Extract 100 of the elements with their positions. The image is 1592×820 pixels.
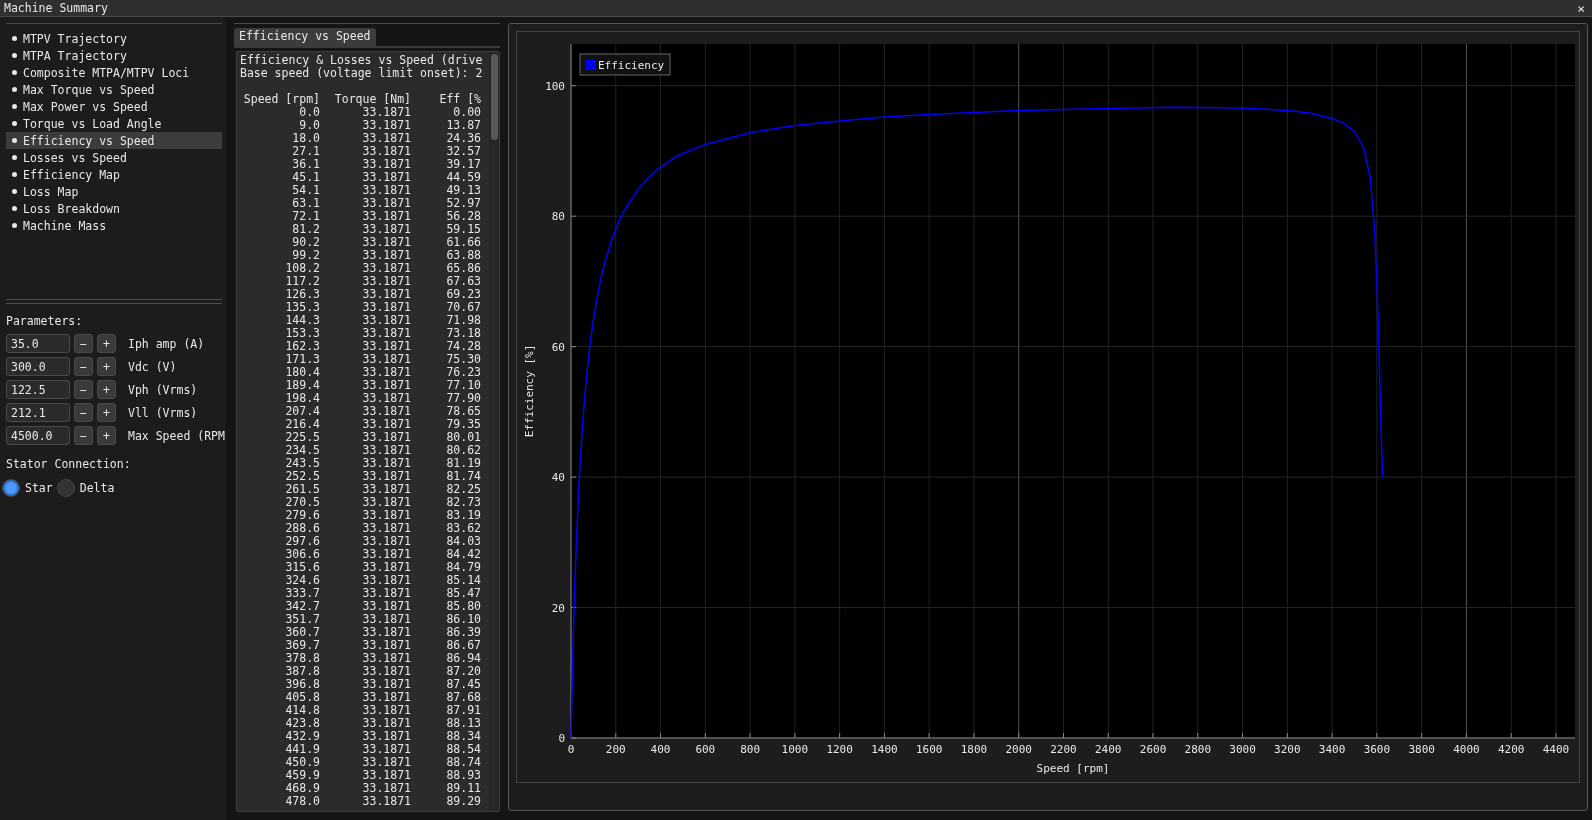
table-cell-text: 171.3 xyxy=(284,353,320,366)
section-label: Stator Connection: xyxy=(6,457,132,473)
close-button[interactable]: × xyxy=(1574,1,1588,15)
table-cell-text: 32.57 xyxy=(445,145,481,158)
table-cell-text: 180.4 xyxy=(284,366,320,379)
y-tick-label: 100 xyxy=(545,79,565,93)
table-cell-text: 90.2 xyxy=(291,236,320,249)
table-cell-text: 378.8 xyxy=(284,652,320,665)
table-cell-text: 67.63 xyxy=(445,275,481,288)
section-label: Parameters: xyxy=(6,314,84,330)
table-cell-text: 153.3 xyxy=(284,327,320,340)
sidebar-item[interactable]: Loss Breakdown xyxy=(6,200,222,217)
radio-button[interactable] xyxy=(2,479,20,497)
table-cell-text: 432.9 xyxy=(284,730,320,743)
x-tick-label: 200 xyxy=(605,743,626,756)
decrement-button[interactable]: − xyxy=(74,426,93,445)
legend-label: Efficiency xyxy=(598,59,665,72)
table-cell-text: 369.7 xyxy=(284,639,320,652)
input-field[interactable]: 300.0 xyxy=(6,357,70,376)
increment-button[interactable]: + xyxy=(97,426,116,445)
table-cell-text: 351.7 xyxy=(284,613,320,626)
table-cell-text: 33.1871 xyxy=(361,483,411,496)
x-tick-label: 600 xyxy=(695,743,716,756)
bullet-icon xyxy=(12,121,17,126)
table-cell-text: 77.90 xyxy=(445,392,481,405)
decrement-button[interactable]: − xyxy=(74,380,93,399)
increment-button[interactable]: + xyxy=(97,334,116,353)
radio-button[interactable] xyxy=(56,479,75,497)
bullet-icon xyxy=(12,206,17,211)
table-cell-text: 33.1871 xyxy=(361,457,411,470)
input-field[interactable]: 122.5 xyxy=(6,380,70,399)
table-cell-text: 33.1871 xyxy=(361,795,411,808)
x-axis-title: Speed [rpm] xyxy=(1036,762,1110,775)
table-cell-text: 288.6 xyxy=(284,522,320,535)
table-cell-text: 33.1871 xyxy=(361,548,411,561)
table-cell-text: 33.1871 xyxy=(361,353,411,366)
decrement-button[interactable]: − xyxy=(74,357,93,376)
sidebar-item[interactable]: MTPA Trajectory xyxy=(6,47,222,64)
table-cell-text: 63.1 xyxy=(291,197,320,210)
table-cell-text: 33.1871 xyxy=(361,691,411,704)
table-cell-text: 33.1871 xyxy=(361,314,411,327)
increment-button[interactable]: + xyxy=(97,403,116,422)
table-cell-text: 75.30 xyxy=(445,353,481,366)
table-cell-text: 81.19 xyxy=(445,457,481,470)
decrement-button[interactable]: − xyxy=(74,403,93,422)
table-cell-text: 33.1871 xyxy=(361,132,411,145)
input-field[interactable]: 4500.0 xyxy=(6,426,70,445)
tab[interactable]: Efficiency vs Speed xyxy=(234,28,376,46)
table-cell-text: 33.1871 xyxy=(361,639,411,652)
table-cell-text: 333.7 xyxy=(284,587,320,600)
sidebar-item[interactable]: Torque vs Load Angle xyxy=(6,115,222,132)
sidebar-item[interactable]: Loss Map xyxy=(6,183,222,200)
table-cell-text: 414.8 xyxy=(284,704,320,717)
sidebar-item[interactable]: MTPV Trajectory xyxy=(6,30,222,47)
table-cell-text: 441.9 xyxy=(284,743,320,756)
x-tick-label: 3800 xyxy=(1408,743,1435,756)
sidebar-item[interactable]: Max Power vs Speed xyxy=(6,98,222,115)
sidebar-item[interactable]: Machine Mass xyxy=(6,217,222,234)
sidebar-item[interactable]: Efficiency Map xyxy=(6,166,222,183)
table-cell-text: 33.1871 xyxy=(361,119,411,132)
table-cell-text: 33.1871 xyxy=(361,249,411,262)
sidebar-item[interactable]: Composite MTPA/MTPV Loci xyxy=(6,64,222,81)
table-cell-text: 33.1871 xyxy=(361,756,411,769)
table-cell-text: 86.67 xyxy=(445,639,481,652)
x-tick-label: 2200 xyxy=(1050,743,1077,756)
x-tick-label: 3200 xyxy=(1274,743,1301,756)
bullet-icon xyxy=(12,104,17,109)
table-cell-text: 33.1871 xyxy=(361,652,411,665)
sidebar-item[interactable]: Efficiency vs Speed xyxy=(6,132,222,149)
bullet-icon xyxy=(12,70,17,75)
radio-option[interactable]: Star xyxy=(2,479,53,497)
table-cell-text: 33.1871 xyxy=(361,158,411,171)
table-cell-text: 88.93 xyxy=(445,769,481,782)
decrement-button[interactable]: − xyxy=(74,334,93,353)
increment-button[interactable]: + xyxy=(97,357,116,376)
window-title: Machine Summary xyxy=(4,1,108,15)
table-cell-text: 49.13 xyxy=(445,184,481,197)
table-cell-text: 0.0 xyxy=(299,106,320,119)
radio-option[interactable]: Delta xyxy=(56,479,115,497)
table-cell-text: 44.59 xyxy=(445,171,481,184)
increment-button[interactable]: + xyxy=(97,380,116,399)
column-header: Torque [Nm] xyxy=(333,93,411,106)
table-cell-text: 33.1871 xyxy=(361,418,411,431)
table-cell-text: 87.20 xyxy=(445,665,481,678)
table-cell-text: 117.2 xyxy=(284,275,320,288)
table-cell-text: 189.4 xyxy=(284,379,320,392)
bullet-icon xyxy=(12,87,17,92)
table-cell-text: 33.1871 xyxy=(361,522,411,535)
scrollbar[interactable] xyxy=(489,52,499,811)
sidebar-item[interactable]: Losses vs Speed xyxy=(6,149,222,166)
table-cell-text: 324.6 xyxy=(284,574,320,587)
table-cell-text: 33.1871 xyxy=(361,561,411,574)
table-cell-text: 33.1871 xyxy=(361,275,411,288)
table-cell-text: 83.62 xyxy=(445,522,481,535)
input-field[interactable]: 212.1 xyxy=(6,403,70,422)
table-cell-text: 33.1871 xyxy=(361,496,411,509)
table-cell-text: 33.1871 xyxy=(361,600,411,613)
input-field[interactable]: 35.0 xyxy=(6,334,70,353)
table-cell-text: 86.39 xyxy=(445,626,481,639)
sidebar-item[interactable]: Max Torque vs Speed xyxy=(6,81,222,98)
